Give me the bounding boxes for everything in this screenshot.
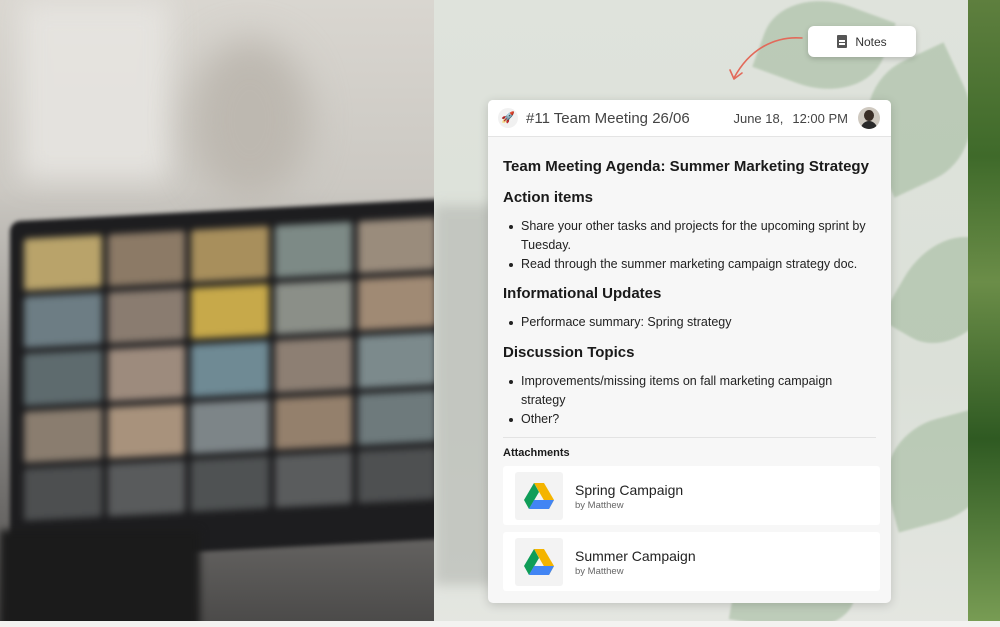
notes-button-label: Notes — [855, 34, 887, 49]
attachment-author: by Matthew — [575, 565, 624, 577]
curved-arrow-icon — [729, 37, 803, 80]
section-heading-action-items: Action items — [503, 189, 594, 206]
divider — [503, 437, 876, 438]
meeting-title: #11 Team Meeting 26/06 — [526, 109, 690, 127]
action-items-list: Share your other tasks and projects for … — [503, 217, 876, 274]
list-item: Performace summary: Spring strategy — [503, 313, 876, 332]
attachment-spring-campaign[interactable]: Spring Campaign by Matthew — [503, 466, 880, 525]
attachments-label: Attachments — [503, 447, 570, 459]
bottom-strip — [0, 621, 1000, 627]
notes-button[interactable]: Notes — [808, 26, 916, 57]
rocket-icon: 🚀 — [498, 108, 518, 128]
meeting-date: June 18, — [733, 110, 784, 126]
document-icon — [837, 35, 848, 48]
list-item: Read through the summer marketing campai… — [503, 255, 876, 274]
card-header: 🚀 #11 Team Meeting 26/06 June 18, 12:00 … — [488, 100, 891, 137]
avatar[interactable] — [858, 107, 880, 129]
google-drive-icon — [515, 471, 563, 520]
attachment-name: Summer Campaign — [575, 547, 696, 564]
list-item: Improvements/missing items on fall marke… — [503, 372, 876, 410]
google-drive-icon — [515, 537, 563, 586]
discussion-topics-list: Improvements/missing items on fall marke… — [503, 372, 876, 429]
informational-updates-list: Performace summary: Spring strategy — [503, 313, 876, 332]
list-item: Other? — [503, 410, 876, 429]
attachment-name: Spring Campaign — [575, 481, 684, 498]
background-plant-edge — [968, 0, 1000, 627]
attachment-summer-campaign[interactable]: Summer Campaign by Matthew — [503, 532, 880, 591]
list-item: Share your other tasks and projects for … — [503, 217, 876, 255]
attachment-author: by Matthew — [575, 499, 624, 511]
section-heading-informational-updates: Informational Updates — [503, 285, 662, 302]
agenda-title: Team Meeting Agenda: Summer Marketing St… — [503, 158, 869, 175]
meeting-time: 12:00 PM — [792, 110, 848, 126]
meeting-notes-card: 🚀 #11 Team Meeting 26/06 June 18, 12:00 … — [488, 100, 891, 603]
section-heading-discussion-topics: Discussion Topics — [503, 344, 635, 361]
background-photo-laptop — [0, 0, 434, 627]
